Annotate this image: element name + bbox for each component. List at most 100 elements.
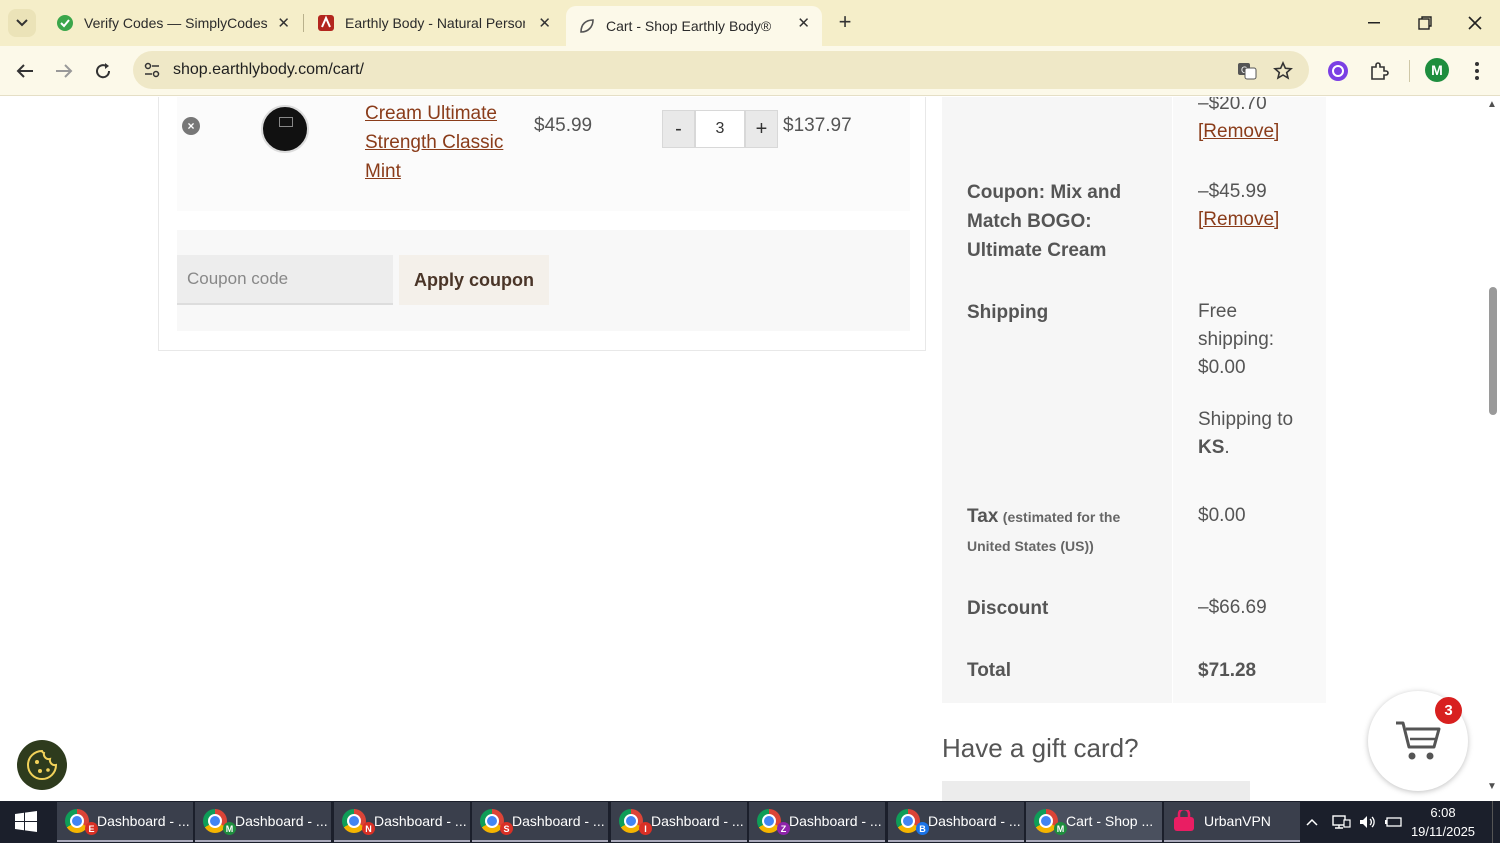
tab-strip: Verify Codes — SimplyCodes ✕ Earthly Bod… xyxy=(0,0,1500,46)
tax-label: Tax xyxy=(967,506,999,527)
product-price: $45.99 xyxy=(534,115,593,136)
profile-avatar[interactable]: M xyxy=(1425,58,1449,82)
taskbar-item-dashboard-i[interactable]: I Dashboard - ... xyxy=(611,802,747,842)
profile-badge: B xyxy=(916,822,929,835)
tab-earthly-body[interactable]: Earthly Body - Natural Personal ✕ xyxy=(305,6,563,40)
shipping-label: Shipping xyxy=(967,302,1049,323)
scrollbar-thumb[interactable] xyxy=(1489,287,1497,415)
close-tab-icon[interactable]: ✕ xyxy=(277,14,290,32)
forward-button[interactable] xyxy=(49,56,79,86)
profile-badge: M xyxy=(223,822,236,835)
reload-button[interactable] xyxy=(88,56,118,86)
cart-count-badge: 3 xyxy=(1435,697,1462,724)
taskbar-item-dashboard-b[interactable]: B Dashboard - ... xyxy=(888,802,1024,842)
totals-label-cell: Total xyxy=(942,639,1172,703)
tab-cart-active[interactable]: Cart - Shop Earthly Body® ✕ xyxy=(566,6,822,46)
totals-value-cell: –$66.69 xyxy=(1173,577,1326,639)
total-label: Total xyxy=(967,660,1011,681)
tab-simplycodes[interactable]: Verify Codes — SimplyCodes ✕ xyxy=(44,6,302,40)
apply-coupon-button[interactable]: Apply coupon xyxy=(399,255,549,305)
quantity-decrease-button[interactable]: - xyxy=(662,110,695,148)
cookie-settings-button[interactable] xyxy=(17,740,67,790)
taskbar-item-dashboard-m[interactable]: M Dashboard - ... xyxy=(195,802,331,842)
show-desktop-button[interactable] xyxy=(1492,801,1500,843)
extensions-puzzle-icon[interactable] xyxy=(1366,58,1392,84)
new-tab-button[interactable]: + xyxy=(832,10,858,36)
scroll-up-arrow-icon[interactable]: ▲ xyxy=(1487,99,1497,110)
profile-badge: N xyxy=(362,822,375,835)
volume-tray-icon[interactable] xyxy=(1358,801,1376,843)
taskbar-item-dashboard-z[interactable]: Z Dashboard - ... xyxy=(749,802,885,842)
close-tab-icon[interactable]: ✕ xyxy=(538,14,551,32)
restore-button[interactable] xyxy=(1402,8,1448,38)
earthly-body-leaf-favicon-icon xyxy=(580,19,594,33)
show-hidden-icons[interactable] xyxy=(1306,801,1318,843)
totals-value-cell: $0.00 xyxy=(1173,485,1326,577)
profile-badge: M xyxy=(1054,822,1067,835)
taskbar-item-urbanvpn[interactable]: UrbanVPN xyxy=(1164,802,1300,842)
close-tab-icon[interactable]: ✕ xyxy=(797,14,810,32)
clock-time: 6:08 xyxy=(1430,805,1456,820)
extension-purple-icon[interactable] xyxy=(1325,58,1351,84)
taskbar-item-dashboard-e[interactable]: E Dashboard - ... xyxy=(57,802,193,842)
totals-value-cell: $71.28 xyxy=(1173,639,1326,703)
shipping-state: KS xyxy=(1198,437,1225,458)
taskbar-label: Dashboard - ... xyxy=(374,813,467,829)
page-scrollbar[interactable]: ▲ ▼ xyxy=(1484,97,1500,801)
battery-tray-icon[interactable] xyxy=(1384,801,1404,843)
product-thumbnail[interactable] xyxy=(261,105,309,153)
shipping-destination: Shipping to KS. xyxy=(1198,409,1294,458)
discount-label: Discount xyxy=(967,598,1049,619)
url-text[interactable]: shop.earthlybody.com/cart/ xyxy=(173,61,364,79)
taskbar-label: Dashboard - ... xyxy=(651,813,744,829)
taskbar-label: Dashboard - ... xyxy=(789,813,882,829)
profile-badge: I xyxy=(639,822,652,835)
taskbar-item-dashboard-s[interactable]: S Dashboard - ... xyxy=(472,802,608,842)
totals-label-cell xyxy=(942,97,1172,159)
tab-title: Cart - Shop Earthly Body® xyxy=(606,18,772,34)
gift-card-input[interactable] xyxy=(942,781,1250,801)
totals-value-cell: Free shipping: $0.00 Shipping to KS. xyxy=(1173,279,1326,485)
tab-search-button[interactable] xyxy=(8,9,36,37)
toolbar-divider xyxy=(1409,60,1410,82)
taskbar-item-dashboard-n[interactable]: N Dashboard - ... xyxy=(334,802,470,842)
start-button[interactable] xyxy=(0,801,52,843)
totals-row-total: Total $71.28 xyxy=(942,639,1326,703)
coupon-1-remove-link[interactable]: [Remove] xyxy=(1198,121,1279,142)
windows-taskbar: E Dashboard - ... M Dashboard - ... N Da… xyxy=(0,801,1500,843)
totals-label-cell: Coupon: Mix and Match BOGO: Ultimate Cre… xyxy=(942,159,1172,279)
totals-label-cell: Discount xyxy=(942,577,1172,639)
taskbar-label: Dashboard - ... xyxy=(235,813,328,829)
taskbar-label: Dashboard - ... xyxy=(512,813,605,829)
line-subtotal: $137.97 xyxy=(783,115,852,136)
minimize-button[interactable] xyxy=(1351,8,1397,38)
product-name-link[interactable]: Cream Ultimate Strength Classic Mint xyxy=(365,99,515,186)
taskbar-label: UrbanVPN xyxy=(1204,813,1271,829)
bookmark-star-icon[interactable] xyxy=(1272,60,1294,82)
taskbar-item-cart-active[interactable]: M Cart - Shop ... xyxy=(1026,802,1162,842)
profile-badge: S xyxy=(500,822,513,835)
close-window-button[interactable] xyxy=(1452,8,1498,38)
quantity-input[interactable]: 3 xyxy=(695,110,745,148)
urbanvpn-icon xyxy=(1174,810,1194,831)
system-clock[interactable]: 6:08 19/11/2025 xyxy=(1408,803,1478,841)
address-bar[interactable]: shop.earthlybody.com/cart/ G xyxy=(133,51,1309,89)
back-button[interactable] xyxy=(10,56,40,86)
profile-badge: Z xyxy=(777,822,790,835)
totals-row-shipping: Shipping Free shipping: $0.00 Shipping t… xyxy=(942,279,1326,485)
cookie-icon xyxy=(27,749,58,780)
simplycodes-favicon-icon xyxy=(57,15,73,31)
total-value: $71.28 xyxy=(1198,660,1257,681)
remove-item-icon[interactable]: × xyxy=(182,117,200,135)
menu-kebab-icon[interactable] xyxy=(1464,58,1490,84)
translate-icon[interactable]: G xyxy=(1236,60,1258,82)
coupon-2-remove-link[interactable]: [Remove] xyxy=(1198,209,1279,230)
tax-value: $0.00 xyxy=(1198,505,1246,526)
quantity-increase-button[interactable]: + xyxy=(745,110,778,148)
scroll-down-arrow-icon[interactable]: ▼ xyxy=(1487,781,1497,792)
site-settings-icon[interactable] xyxy=(143,61,161,79)
cart-icon xyxy=(1396,721,1441,760)
network-tray-icon[interactable] xyxy=(1331,801,1351,843)
coupon-2-amount: –$45.99 xyxy=(1198,181,1267,202)
coupon-code-input[interactable]: Coupon code xyxy=(177,255,393,305)
